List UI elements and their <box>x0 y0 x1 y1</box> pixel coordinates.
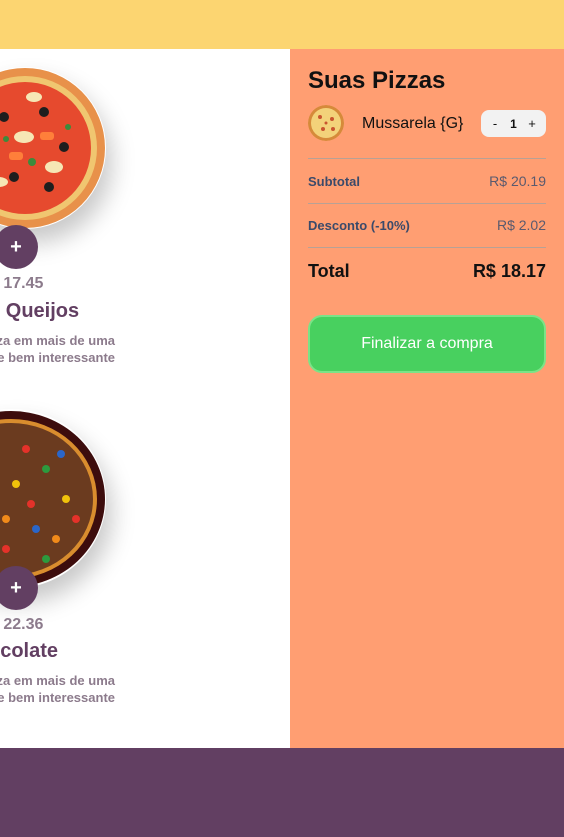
quantity-value: 1 <box>510 116 517 131</box>
increase-quantity-button[interactable]: + <box>526 116 538 131</box>
discount-label: Desconto (-10%) <box>308 217 410 233</box>
total-label: Total <box>308 261 350 281</box>
total-value: R$ 18.17 <box>472 261 546 281</box>
divider <box>308 158 546 159</box>
subtotal-label: Subtotal <box>308 173 360 189</box>
pizza-description: zza em mais de uma l e bem interessante <box>0 333 115 365</box>
divider <box>308 247 546 248</box>
cart-item: Mussarela {G} - 1 + <box>308 105 546 141</box>
total-row: Total R$ 18.17 <box>308 261 546 282</box>
pizza-name: ocolate <box>0 640 59 662</box>
add-pizza-button[interactable]: + <box>0 225 38 269</box>
cart-title: Suas Pizzas <box>308 67 446 94</box>
pizza-menu: + $ 17.45 o Queijos zza em mais de uma l… <box>0 49 290 748</box>
cart-panel: Suas Pizzas Mussarela {G} - 1 + Subtotal… <box>290 49 564 748</box>
pizza-name: o Queijos <box>0 300 80 322</box>
top-header-bar <box>0 0 564 49</box>
quantity-stepper: - 1 + <box>481 110 546 137</box>
checkout-button[interactable]: Finalizar a compra <box>308 315 546 373</box>
discount-value: R$ 2.02 <box>496 217 546 233</box>
pizza-price: $ 17.45 <box>0 275 44 292</box>
pizza-price: $ 22.36 <box>0 616 44 633</box>
add-pizza-button[interactable]: + <box>0 566 38 610</box>
discount-row: Desconto (-10%) R$ 2.02 <box>308 217 546 233</box>
pizza-image-chocolate <box>0 409 106 589</box>
pizza-card: + $ 22.36 ocolate zza em mais de uma l e… <box>0 389 290 729</box>
pizza-image-quatro-queijos <box>0 67 106 229</box>
subtotal-value: R$ 20.19 <box>489 173 546 189</box>
decrease-quantity-button[interactable]: - <box>489 116 501 131</box>
pizza-description: zza em mais de uma l e bem interessante <box>0 673 115 705</box>
footer-bar <box>0 748 564 837</box>
pizza-card: + $ 17.45 o Queijos zza em mais de uma l… <box>0 49 290 389</box>
divider <box>308 203 546 204</box>
cart-item-name: Mussarela {G} <box>362 115 464 132</box>
cart-item-pizza-thumbnail <box>308 105 344 141</box>
subtotal-row: Subtotal R$ 20.19 <box>308 173 546 189</box>
